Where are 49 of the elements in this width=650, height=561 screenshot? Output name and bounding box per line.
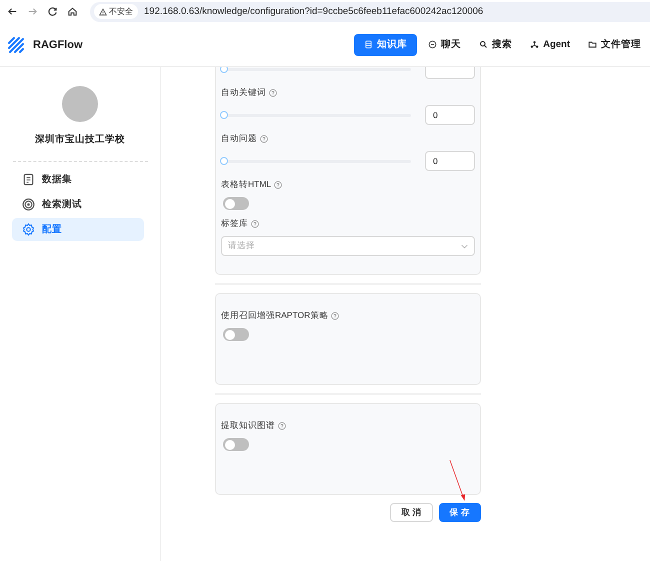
chevron-down-icon bbox=[461, 244, 468, 248]
sidebar-item[interactable]: 数据集 bbox=[12, 168, 144, 191]
home-icon[interactable] bbox=[67, 6, 78, 17]
settings-icon bbox=[22, 223, 35, 236]
number-input[interactable]: 0 bbox=[425, 151, 475, 171]
address-bar[interactable]: 不安全 192.168.0.63/knowledge/configuration?id=9ccbe5c6feeb11efac600242ac120006 bbox=[90, 2, 650, 22]
field-label: 自动关键词 bbox=[221, 87, 266, 99]
help-icon[interactable] bbox=[331, 312, 340, 320]
field-label: 标签库 bbox=[221, 218, 248, 230]
sidebar-item[interactable]: 检索测试 bbox=[12, 193, 144, 216]
knowledge-base-name: 深圳市宝山技工学校 bbox=[35, 133, 125, 146]
url-text: 192.168.0.63/knowledge/configuration?id=9ccbe5c6feeb11efac600242ac120006 bbox=[144, 6, 484, 17]
target-icon bbox=[22, 198, 35, 211]
slider-handle[interactable] bbox=[220, 110, 228, 118]
sidebar-item[interactable]: 配置 bbox=[12, 218, 144, 241]
field-label: 表格转HTML bbox=[221, 179, 272, 191]
slider-handle[interactable] bbox=[220, 156, 228, 164]
toggle-switch[interactable] bbox=[223, 438, 249, 451]
database-icon bbox=[364, 40, 374, 49]
forward-icon[interactable] bbox=[27, 6, 38, 17]
help-icon[interactable] bbox=[274, 181, 282, 189]
search-icon bbox=[479, 40, 488, 49]
cancel-button[interactable]: 取 消 bbox=[390, 503, 433, 522]
help-icon[interactable] bbox=[278, 422, 286, 430]
document-icon bbox=[22, 173, 35, 186]
chat-icon bbox=[428, 40, 438, 49]
nav-tab[interactable]: 搜索 bbox=[472, 34, 520, 56]
field-label: 自动问题 bbox=[221, 133, 257, 145]
app-name: RAGFlow bbox=[33, 38, 82, 50]
help-icon[interactable] bbox=[269, 89, 277, 97]
help-icon[interactable] bbox=[251, 220, 259, 228]
save-button[interactable]: 保 存 bbox=[438, 503, 481, 522]
back-icon[interactable] bbox=[7, 6, 18, 17]
field-label: 提取知识图谱 bbox=[221, 420, 275, 432]
security-badge[interactable]: 不安全 bbox=[94, 4, 138, 19]
folder-icon bbox=[588, 40, 597, 49]
logo-icon bbox=[7, 36, 25, 54]
help-icon[interactable] bbox=[260, 135, 268, 143]
number-input[interactable]: 0 bbox=[425, 105, 475, 125]
toggle-switch[interactable] bbox=[223, 328, 249, 341]
reload-icon[interactable] bbox=[47, 6, 58, 17]
toggle-switch[interactable] bbox=[223, 197, 249, 210]
avatar bbox=[62, 86, 98, 122]
nav-tab[interactable]: 聊天 bbox=[421, 34, 468, 56]
nav-tab[interactable]: 知识库 bbox=[354, 34, 418, 56]
field-label: 使用召回增强RAPTOR策略 bbox=[221, 310, 328, 322]
nodes-icon bbox=[530, 40, 540, 49]
nav-tab[interactable]: Agent bbox=[523, 34, 577, 56]
nav-tab[interactable]: 文件管理 bbox=[581, 34, 648, 56]
